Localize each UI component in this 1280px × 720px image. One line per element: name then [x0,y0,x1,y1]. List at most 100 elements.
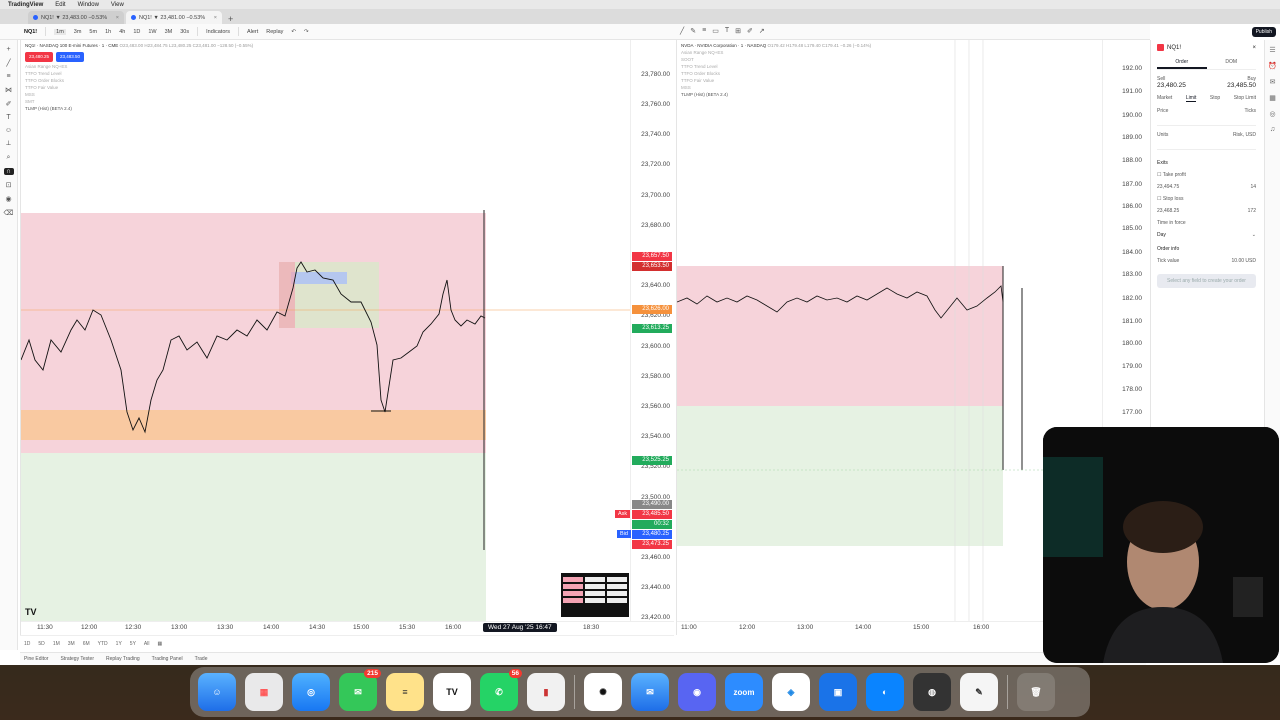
undo-icon[interactable]: ↶ [291,29,296,35]
range-1y[interactable]: 1Y [116,641,122,647]
indicator-1[interactable]: Asian Range NQ+ES [681,50,871,57]
tab-order[interactable]: Order [1157,57,1207,69]
range-all[interactable]: All [144,641,150,647]
lock-icon[interactable]: ⊡ [6,181,12,189]
risk-label[interactable]: Risk, USD [1233,132,1256,138]
tf-5m[interactable]: 5m [89,29,97,35]
tab-nq-2[interactable]: NQ1! ▼ 23,481.00 −0.53% × [126,11,222,24]
whatsapp-icon[interactable]: ✆ 56 [480,669,522,711]
trendline-icon[interactable]: ╱ [6,59,10,67]
range-5d[interactable]: 5D [38,641,44,647]
symbol-search[interactable]: NQ1! [24,29,37,35]
time-axis[interactable]: 11:30 12:00 12:30 13:00 13:30 14:00 14:3… [21,621,674,635]
price-input[interactable] [1157,118,1256,126]
order-symbol[interactable]: NQ1! [1167,45,1181,51]
units-input[interactable] [1157,142,1256,150]
sell-button[interactable]: 23,480.25 [25,51,53,62]
menu-window[interactable]: Window [78,2,99,8]
edge-icon[interactable]: ◐ [866,673,904,711]
tif-select[interactable]: Day ⌄ [1157,232,1256,238]
tf-3m[interactable]: 3m [74,29,82,35]
trash-icon[interactable]: ⌫ [4,209,14,217]
tab-trade[interactable]: Trade [195,656,208,662]
tf-1h[interactable]: 1h [105,29,111,35]
stop-loss-checkbox[interactable]: ☐ Stop loss [1157,196,1183,202]
chart-nq-canvas[interactable] [21,40,631,621]
notifications-icon[interactable]: ♫ [1270,126,1275,133]
alerts-icon[interactable]: ⏰ [1268,62,1277,70]
discord-icon[interactable]: ◉ [678,673,716,711]
pen-tool-icon[interactable]: ✎ [960,673,998,711]
replay-button[interactable]: Replay [266,29,283,35]
close-icon[interactable]: × [214,15,217,21]
calendar-icon[interactable]: ▦ [157,641,162,647]
tp-price[interactable]: 23,494.75 [1157,184,1179,190]
chart-nq[interactable]: NQ1! · NASDAQ 100 E-mini Futures · 1 · C… [20,40,674,635]
legend-title[interactable]: NQ1! · NASDAQ 100 E-mini Futures · 1 · C… [25,43,253,50]
publish-button[interactable]: Publish [1251,27,1276,37]
menu-edit[interactable]: Edit [55,2,65,8]
indicator-7[interactable]: TLMP (Hist) (BETA 2.4) [25,106,253,113]
indicator-7[interactable]: TLMP (Hist) (BETA 2.4) [681,92,871,99]
indicator-4[interactable]: TTFO Order Blocks [681,71,871,78]
rectangle-icon[interactable]: ▭ [712,27,719,35]
redo-icon[interactable]: ↷ [304,29,309,35]
type-stop-limit[interactable]: Stop Limit [1234,95,1256,102]
box-icon[interactable]: ▣ [819,673,857,711]
fib-icon[interactable]: ≡ [6,73,10,80]
fib-icon[interactable]: ≡ [702,27,706,35]
maps-icon[interactable]: ◈ [772,673,810,711]
brush-icon[interactable]: ✐ [747,27,753,35]
range-6m[interactable]: 6M [83,641,90,647]
sl-price[interactable]: 23,468.25 [1157,208,1179,214]
mail-icon[interactable]: ✉ [631,673,669,711]
type-market[interactable]: Market [1157,95,1172,102]
indicator-5[interactable]: TTFO Fair Value [681,78,871,85]
smiley-icon[interactable]: ☺ [5,127,12,134]
sl-ticks[interactable]: 172 [1248,208,1256,214]
tab-strategy-tester[interactable]: Strategy Tester [60,656,94,662]
indicator-3[interactable]: TTFO Order Blocks [25,78,253,85]
chat-icon[interactable]: ✉ [1270,78,1276,86]
indicators-button[interactable]: Indicators [206,29,230,35]
tf-4h[interactable]: 4h [119,29,125,35]
watchlist-icon[interactable]: ☰ [1269,46,1275,54]
range-1d[interactable]: 1D [24,641,30,647]
range-3m[interactable]: 3M [68,641,75,647]
tab-trading-panel[interactable]: Trading Panel [152,656,183,662]
pattern-icon[interactable]: ⋈ [5,86,12,94]
alert-button[interactable]: Alert [247,29,258,35]
measure-icon[interactable]: ⊞ [735,27,741,35]
messages-icon[interactable]: ✉ 215 [339,669,381,711]
range-5y[interactable]: 5Y [130,641,136,647]
buy-side-button[interactable]: Buy 23,485.50 [1227,76,1256,89]
cursor-app-icon[interactable]: ▮ [527,673,565,711]
arrow-icon[interactable]: ↗ [759,27,765,35]
tab-replay-trading[interactable]: Replay Trading [106,656,140,662]
brush-icon[interactable]: ✐ [6,100,12,108]
trash-icon[interactable]: 🗑 [1017,673,1055,711]
take-profit-checkbox[interactable]: ☐ Take profit [1157,172,1186,178]
tradingview-logo[interactable]: TV [25,607,37,617]
price-axis[interactable]: 23,780.00 23,760.00 23,740.00 23,720.00 … [630,40,674,635]
tab-pine-editor[interactable]: Pine Editor [24,656,48,662]
new-tab-button[interactable]: + [224,14,237,24]
close-icon[interactable]: × [1252,45,1256,51]
type-stop[interactable]: Stop [1210,95,1220,102]
tf-3mo[interactable]: 3M [165,29,173,35]
eye-icon[interactable]: ◉ [5,195,11,203]
zoom-icon[interactable]: zoom [725,673,763,711]
indicator-6[interactable]: MSS [681,85,871,92]
indicator-5[interactable]: MSS [25,92,253,99]
menu-app[interactable]: TradingView [8,2,43,8]
tradingview-dock-icon[interactable]: TV [433,673,471,711]
indicator-2[interactable]: TTFO Trend Level [25,71,253,78]
launchpad-icon[interactable]: ▦ [245,673,283,711]
tf-1m[interactable]: 1m [54,28,66,35]
legend-title[interactable]: NVDA · NVIDIA Corporation · 1 · NASDAQ O… [681,43,871,50]
text-icon[interactable]: T [725,27,729,35]
tf-30s[interactable]: 30s [180,29,189,35]
buy-button[interactable]: 23,483.50 [56,51,84,62]
tab-nq-1[interactable]: NQ1! ▼ 23,483.00 −0.53% × [28,11,124,24]
finder-icon[interactable]: ☺ [198,673,236,711]
